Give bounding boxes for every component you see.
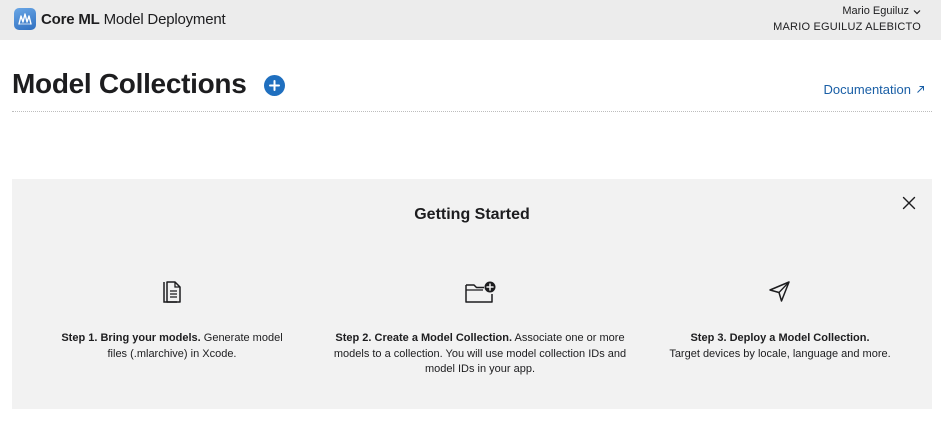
documentation-label: Documentation	[823, 82, 911, 97]
user-menu[interactable]: Mario Eguiluz MARIO EGUILUZ ALEBICTO	[773, 5, 921, 34]
core-ml-icon	[14, 8, 36, 30]
app-name-bold: Core ML	[41, 10, 100, 28]
step-1: Step 1. Bring your models. Generate mode…	[52, 279, 292, 362]
document-icon	[52, 279, 292, 309]
close-icon	[902, 196, 916, 210]
step-3-title: Step 3. Deploy a Model Collection.	[690, 332, 870, 344]
add-collection-button[interactable]	[264, 75, 285, 96]
step-3-text: Target devices by locale, language and m…	[669, 347, 891, 360]
documentation-link[interactable]: Documentation	[824, 82, 925, 97]
step-2-description: Step 2. Create a Model Collection. Assoc…	[322, 331, 638, 378]
chevron-down-icon	[913, 9, 921, 15]
app-name: Core ML Model Deployment	[41, 10, 226, 28]
user-organization: MARIO EGUILUZ ALEBICTO	[773, 21, 921, 33]
title-divider	[12, 111, 932, 112]
step-2-title: Step 2. Create a Model Collection.	[335, 332, 513, 344]
step-2: Step 2. Create a Model Collection. Assoc…	[322, 279, 638, 378]
plus-circle-icon	[269, 80, 280, 91]
page-title: Model Collections	[12, 68, 247, 99]
user-name-row[interactable]: Mario Eguiluz	[773, 5, 921, 18]
step-1-title: Step 1. Bring your models.	[61, 332, 201, 344]
step-3: Step 3. Deploy a Model Collection. Target…	[660, 279, 900, 362]
app-name-rest: Model Deployment	[103, 10, 226, 28]
top-bar: Core ML Model Deployment Mario Eguiluz MA…	[0, 0, 941, 40]
step-3-description: Step 3. Deploy a Model Collection. Target…	[660, 331, 900, 362]
close-button[interactable]	[900, 194, 918, 212]
brand[interactable]: Core ML Model Deployment	[14, 8, 226, 30]
user-name: Mario Eguiluz	[842, 5, 909, 17]
external-link-icon	[916, 85, 925, 94]
getting-started-title: Getting Started	[414, 206, 530, 223]
step-1-description: Step 1. Bring your models. Generate mode…	[52, 331, 292, 362]
getting-started-panel: Getting Started Step 1. Bring your model…	[12, 179, 932, 409]
folder-add-icon	[322, 279, 638, 309]
paper-plane-icon	[660, 279, 900, 309]
